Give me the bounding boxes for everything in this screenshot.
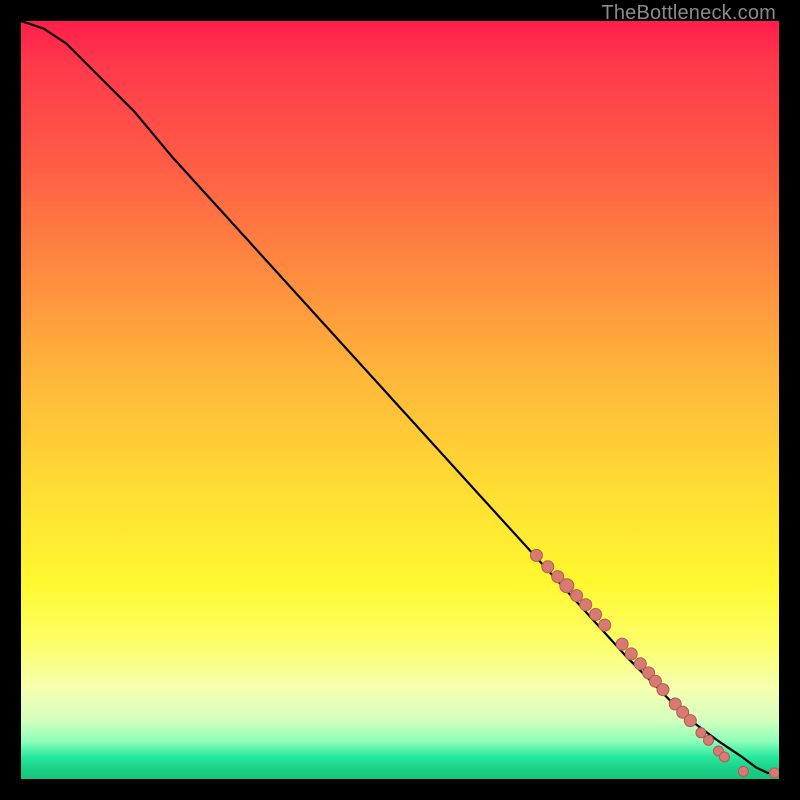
chart-curve (21, 21, 779, 773)
chart-marker-3 (560, 579, 574, 593)
chart-marker-7 (599, 619, 611, 631)
chart-marker-6 (590, 609, 602, 621)
watermark-text: TheBottleneck.com (601, 2, 776, 25)
chart-marker-8 (616, 638, 628, 650)
chart-overlay-svg (21, 21, 779, 779)
chart-marker-16 (684, 715, 696, 727)
chart-marker-17 (696, 728, 706, 738)
chart-marker-1 (542, 561, 554, 573)
chart-marker-9 (625, 648, 637, 660)
chart-markers-group (530, 549, 779, 778)
chart-marker-18 (704, 735, 714, 745)
chart-plot-area (21, 21, 779, 779)
chart-marker-13 (657, 684, 669, 696)
chart-marker-20 (719, 752, 729, 762)
chart-marker-0 (530, 549, 542, 561)
chart-marker-5 (580, 599, 592, 611)
chart-marker-22 (770, 768, 780, 778)
chart-marker-4 (571, 590, 583, 602)
chart-marker-21 (738, 766, 748, 776)
chart-stage: TheBottleneck.com (0, 0, 800, 800)
